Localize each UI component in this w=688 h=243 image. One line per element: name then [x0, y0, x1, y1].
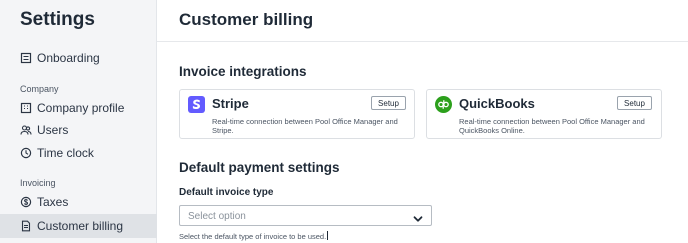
checklist-icon [20, 52, 32, 64]
default-invoice-type-select[interactable]: Select option [179, 205, 432, 226]
sidebar-item-taxes[interactable]: Taxes [0, 190, 157, 214]
building-icon [20, 102, 32, 114]
chevron-down-icon [413, 211, 423, 222]
page-header: Customer billing [157, 0, 688, 42]
stripe-logo-icon [188, 96, 205, 113]
sidebar-item-label: Taxes [37, 195, 69, 209]
default-payment-settings-heading: Default payment settings [179, 160, 340, 175]
sidebar-item-label: Customer billing [37, 219, 124, 233]
invoice-integrations-heading: Invoice integrations [179, 64, 307, 79]
sidebar-item-label: Onboarding [37, 51, 100, 65]
stripe-name: Stripe [212, 96, 249, 111]
invoice-type-help-text: Select the default type of invoice to be… [179, 231, 329, 241]
text-cursor [327, 231, 329, 240]
sidebar-item-label: Users [37, 123, 69, 137]
sidebar-title: Settings [20, 9, 95, 30]
clock-icon [20, 147, 32, 159]
sidebar-item-time-clock[interactable]: Time clock [0, 141, 157, 165]
page-title: Customer billing [179, 10, 314, 29]
sidebar-item-customer-billing[interactable]: Customer billing [0, 214, 157, 238]
stripe-integration-card: Stripe Real-time connection between Pool… [179, 89, 415, 139]
settings-sidebar: Settings Onboarding Company Company prof… [0, 0, 157, 243]
quickbooks-setup-button[interactable]: Setup [617, 96, 652, 110]
tax-icon [20, 196, 32, 208]
quickbooks-description: Real-time connection between Pool Office… [459, 117, 645, 135]
sidebar-section-invoicing: Invoicing [20, 178, 56, 188]
quickbooks-logo-icon [435, 96, 452, 113]
sidebar-item-label: Company profile [37, 101, 125, 115]
sidebar-item-users[interactable]: Users [0, 118, 157, 142]
sidebar-item-onboarding[interactable]: Onboarding [0, 46, 157, 70]
stripe-description: Real-time connection between Pool Office… [212, 117, 398, 135]
default-invoice-type-label: Default invoice type [179, 187, 274, 198]
main-content: Customer billing Invoice integrations St… [157, 0, 688, 243]
select-placeholder: Select option [188, 211, 246, 222]
quickbooks-name: QuickBooks [459, 96, 535, 111]
quickbooks-integration-card: QuickBooks Real-time connection between … [426, 89, 662, 139]
document-icon [20, 220, 32, 232]
stripe-setup-button[interactable]: Setup [371, 96, 406, 110]
users-icon [20, 124, 32, 136]
sidebar-item-company-profile[interactable]: Company profile [0, 96, 157, 120]
sidebar-section-company: Company [20, 84, 59, 94]
help-text-content: Select the default type of invoice to be… [179, 232, 327, 241]
sidebar-item-label: Time clock [37, 146, 94, 160]
